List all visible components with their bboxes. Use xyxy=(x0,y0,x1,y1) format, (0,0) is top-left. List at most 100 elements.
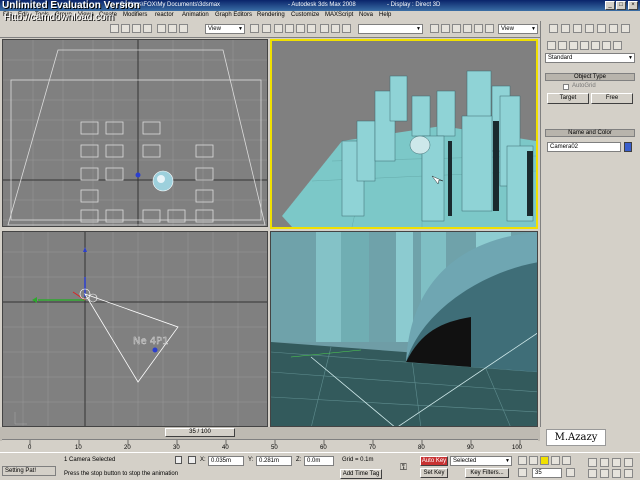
angle-snap-icon[interactable] xyxy=(285,24,294,33)
stop-icon[interactable] xyxy=(540,456,549,465)
z-coordinate-field[interactable]: 0.0m xyxy=(304,456,334,466)
maxscript-listener[interactable]: Setting Pat! xyxy=(2,466,56,476)
utilities-tab-icon[interactable] xyxy=(609,24,618,33)
viewport-camera[interactable] xyxy=(270,231,538,427)
track-bar[interactable]: 0 10 20 30 40 50 60 70 80 90 100 xyxy=(2,439,538,452)
extra-tab-icon[interactable] xyxy=(621,24,630,33)
previous-frame-icon[interactable] xyxy=(529,456,538,465)
mirror-icon[interactable] xyxy=(320,24,329,33)
command-panel: Standard Object Type AutoGrid Target Fre… xyxy=(540,21,640,427)
zoom-icon[interactable] xyxy=(588,458,597,467)
tick-label: 70 xyxy=(369,445,376,451)
display-tab-icon[interactable] xyxy=(597,24,606,33)
add-time-tag-button[interactable]: Add Time Tag xyxy=(340,469,382,479)
tick-label: 20 xyxy=(124,445,131,451)
go-to-start-icon[interactable] xyxy=(518,456,527,465)
select-manipulate-icon[interactable] xyxy=(262,24,271,33)
x-coordinate-field[interactable]: 0.035m xyxy=(208,456,244,466)
auto-key-button[interactable]: Auto Key xyxy=(420,456,448,466)
target-camera-button[interactable]: Target xyxy=(547,93,589,104)
reference-coordinate-dropdown[interactable]: View xyxy=(205,24,245,34)
spacewarps-icon[interactable] xyxy=(602,41,611,50)
name-color-rollout[interactable]: Name and Color xyxy=(545,129,635,137)
render-view-dropdown[interactable]: View xyxy=(498,24,538,34)
menu-modifiers[interactable]: Modifiers xyxy=(123,12,147,18)
viewport-top[interactable] xyxy=(2,39,268,227)
lock-selection-icon[interactable] xyxy=(175,456,182,464)
modify-tab-icon[interactable] xyxy=(561,24,570,33)
zoom-extents-icon[interactable] xyxy=(612,458,621,467)
systems-icon[interactable] xyxy=(613,41,622,50)
time-slider-thumb[interactable]: 35 / 100 xyxy=(165,428,235,437)
align-icon[interactable] xyxy=(331,24,340,33)
category-dropdown[interactable]: Standard xyxy=(545,53,635,63)
next-frame-icon[interactable] xyxy=(551,456,560,465)
shapes-icon[interactable] xyxy=(558,41,567,50)
hierarchy-tab-icon[interactable] xyxy=(573,24,582,33)
create-tab-icon[interactable] xyxy=(549,24,558,33)
geometry-icon[interactable] xyxy=(547,41,556,50)
absolute-mode-icon[interactable] xyxy=(188,456,196,464)
motion-tab-icon[interactable] xyxy=(585,24,594,33)
maximize-viewport-icon[interactable] xyxy=(624,469,633,478)
helpers-icon[interactable] xyxy=(591,41,600,50)
viewport-perspective[interactable] xyxy=(270,39,538,229)
named-selection-dropdown[interactable] xyxy=(358,24,423,34)
close-button[interactable]: × xyxy=(628,1,638,10)
time-configuration-icon[interactable] xyxy=(566,468,575,477)
menu-reactor[interactable]: reactor xyxy=(155,12,174,18)
zoom-extents-all-icon[interactable] xyxy=(624,458,633,467)
quick-render-icon[interactable] xyxy=(485,24,494,33)
key-filters-button[interactable]: Key Filters... xyxy=(465,468,509,478)
window-crossing-icon[interactable] xyxy=(143,24,152,33)
menu-graph-editors[interactable]: Graph Editors xyxy=(215,12,252,18)
menu-maxscript[interactable]: MAXScript xyxy=(325,12,353,18)
zoom-all-icon[interactable] xyxy=(600,458,609,467)
cameras-icon[interactable] xyxy=(580,41,589,50)
percent-snap-icon[interactable] xyxy=(296,24,305,33)
pivot-icon[interactable] xyxy=(250,24,259,33)
key-mode-toggle-icon[interactable] xyxy=(518,468,527,477)
key-icon[interactable]: ⚿ xyxy=(400,462,414,472)
autogrid-checkbox[interactable] xyxy=(563,84,569,90)
free-camera-button[interactable]: Free xyxy=(591,93,633,104)
layer-manager-icon[interactable] xyxy=(342,24,351,33)
key-mode-dropdown[interactable]: Selected xyxy=(450,456,512,466)
move-icon[interactable] xyxy=(157,24,166,33)
object-type-rollout[interactable]: Object Type xyxy=(545,73,635,81)
menu-rendering[interactable]: Rendering xyxy=(257,12,285,18)
select-icon[interactable] xyxy=(110,24,119,33)
menu-customize[interactable]: Customize xyxy=(291,12,319,18)
set-key-button[interactable]: Set Key xyxy=(420,468,448,478)
menu-help[interactable]: Help xyxy=(379,12,391,18)
maximize-button[interactable]: □ xyxy=(616,1,626,10)
field-of-view-icon[interactable] xyxy=(588,469,597,478)
tick-label: 0 xyxy=(28,445,32,451)
current-frame-field[interactable]: 35 xyxy=(532,468,562,478)
lights-icon[interactable] xyxy=(569,41,578,50)
snap-icon[interactable] xyxy=(274,24,283,33)
spinner-snap-icon[interactable] xyxy=(307,24,316,33)
minimize-button[interactable]: _ xyxy=(605,1,615,10)
rotate-icon[interactable] xyxy=(168,24,177,33)
prompt-line: Press the stop button to stop the animat… xyxy=(64,471,179,477)
curve-editor-icon[interactable] xyxy=(430,24,439,33)
render-frame-icon[interactable] xyxy=(474,24,483,33)
select-by-name-icon[interactable] xyxy=(121,24,130,33)
pan-icon[interactable] xyxy=(600,469,609,478)
menu-animation[interactable]: Animation xyxy=(182,12,209,18)
y-coordinate-field[interactable]: 0.281m xyxy=(256,456,292,466)
camera-view-render xyxy=(271,232,537,426)
menu-nova[interactable]: Nova xyxy=(359,12,373,18)
viewport-left[interactable]: Ne 4P1 xyxy=(2,231,268,427)
region-select-icon[interactable] xyxy=(132,24,141,33)
object-color-swatch[interactable] xyxy=(624,142,632,152)
scale-icon[interactable] xyxy=(179,24,188,33)
orbit-icon[interactable] xyxy=(612,469,621,478)
schematic-view-icon[interactable] xyxy=(441,24,450,33)
go-to-end-icon[interactable] xyxy=(562,456,571,465)
render-setup-icon[interactable] xyxy=(463,24,472,33)
material-editor-icon[interactable] xyxy=(452,24,461,33)
evaluation-watermark: Unlimited Evaluation Version xyxy=(2,0,140,11)
object-name-field[interactable]: Camera02 xyxy=(547,142,621,152)
